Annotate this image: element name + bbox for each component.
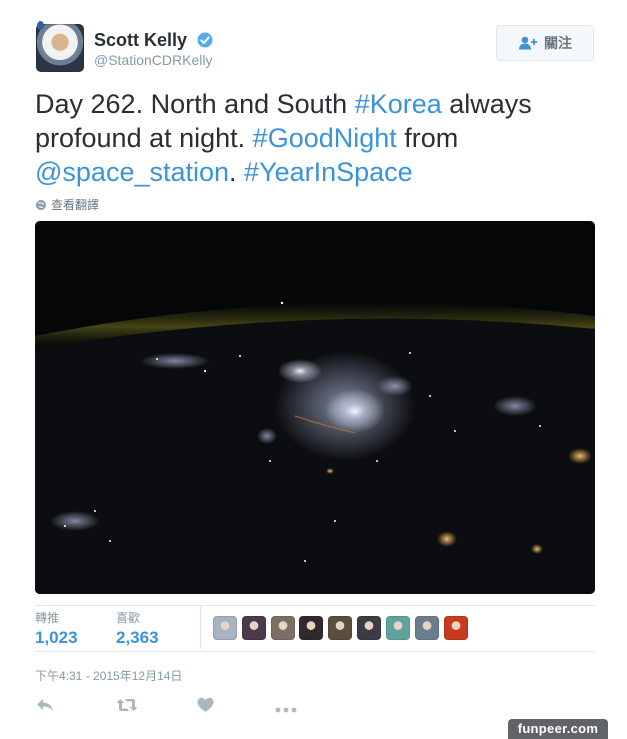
likes-label: 喜歡	[116, 611, 141, 625]
liker-avatar[interactable]	[357, 616, 381, 640]
night-earth-image	[35, 221, 595, 594]
liker-avatar[interactable]	[444, 616, 468, 640]
add-user-icon	[519, 36, 537, 50]
follow-label: 關注	[544, 35, 572, 51]
tweet-photo[interactable]	[35, 221, 595, 594]
tweet-link[interactable]: #Korea	[355, 89, 442, 119]
user-handle[interactable]: @StationCDRKelly	[94, 52, 212, 68]
translate-link[interactable]: 查看翻譯	[35, 196, 99, 213]
retweets-count[interactable]: 1,023	[35, 627, 78, 649]
user-avatar[interactable]	[36, 24, 84, 72]
liker-avatar[interactable]	[386, 616, 410, 640]
more-icon	[275, 707, 297, 713]
verified-badge-icon	[197, 32, 213, 48]
display-name[interactable]: Scott Kelly	[94, 29, 187, 51]
tweet-link[interactable]: @space_station	[35, 157, 229, 187]
stats-divider-top	[35, 605, 595, 606]
retweet-button[interactable]	[116, 697, 138, 718]
liker-avatar[interactable]	[328, 616, 352, 640]
likes-stat[interactable]: 喜歡 2,363	[116, 611, 159, 649]
stats-divider-bottom	[35, 651, 595, 652]
liker-avatar[interactable]	[271, 616, 295, 640]
translate-label: 查看翻譯	[51, 198, 100, 212]
like-button[interactable]	[197, 697, 214, 718]
like-icon	[197, 697, 214, 712]
globe-icon	[36, 199, 46, 210]
retweets-label: 轉推	[35, 611, 60, 625]
more-button[interactable]	[275, 701, 297, 719]
tweet-timestamp[interactable]: 下午4:31 - 2015年12月14日	[35, 667, 182, 684]
follow-button[interactable]: 關注	[496, 25, 594, 61]
avatar-patch-icon	[37, 21, 44, 30]
liker-avatar[interactable]	[299, 616, 323, 640]
stats-vertical-divider	[200, 605, 201, 649]
tweet-text-segment: from	[396, 123, 459, 153]
user-name-row[interactable]: Scott Kelly	[94, 29, 214, 51]
tweet-text-segment: .	[229, 157, 245, 187]
retweet-icon	[116, 699, 138, 711]
tweet-text-segment: Day 262. North and South	[35, 89, 355, 119]
watermark: funpeer.com	[508, 719, 608, 739]
liker-avatar[interactable]	[242, 616, 266, 640]
tweet-link[interactable]: #YearInSpace	[244, 157, 413, 187]
reply-button[interactable]	[36, 697, 54, 718]
liker-avatar[interactable]	[213, 616, 237, 640]
reply-icon	[37, 699, 53, 711]
tweet-text: Day 262. North and South #Korea always p…	[35, 87, 605, 189]
liker-avatar[interactable]	[415, 616, 439, 640]
likes-count[interactable]: 2,363	[116, 627, 159, 649]
retweet-stat[interactable]: 轉推 1,023	[35, 611, 78, 649]
tweet-link[interactable]: #GoodNight	[253, 123, 397, 153]
